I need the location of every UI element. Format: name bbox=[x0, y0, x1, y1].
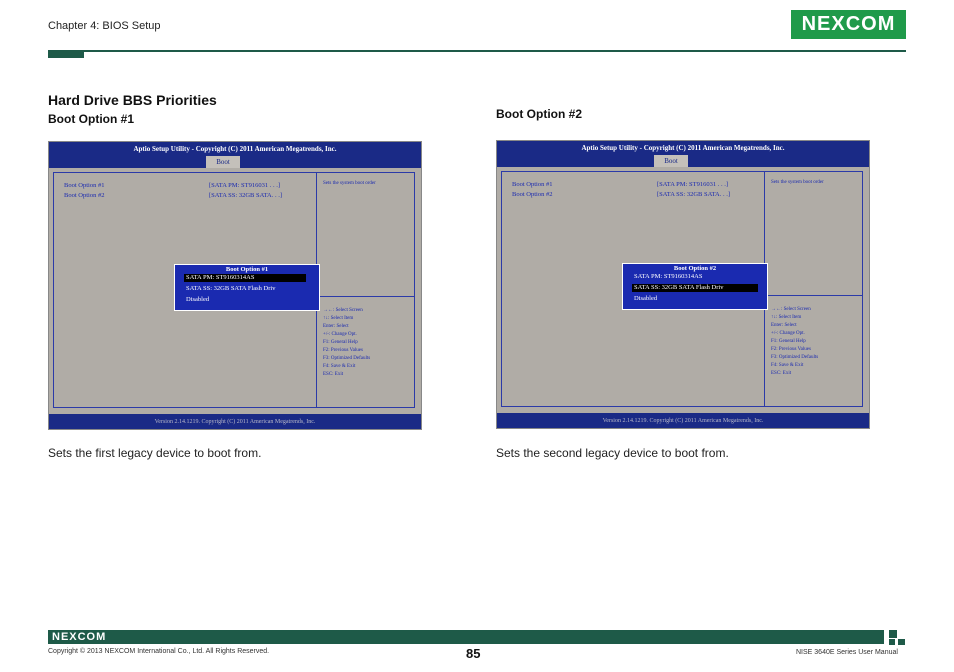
bios-tab-boot[interactable]: Boot bbox=[654, 155, 688, 167]
footer-logo: NEXCOM bbox=[52, 631, 107, 643]
footer-bar bbox=[48, 630, 884, 644]
bios-row-value[interactable]: [SATA PM: ST916031 . . .] bbox=[209, 182, 280, 189]
bios-key-help: →←: Select Screen ↑↓: Select Item Enter:… bbox=[771, 306, 818, 378]
popup-option[interactable]: Disabled bbox=[184, 296, 211, 304]
bios-screenshot-1: Aptio Setup Utility - Copyright (C) 2011… bbox=[48, 141, 422, 430]
panel-1-subtitle: Boot Option #1 bbox=[48, 112, 134, 126]
bios-row-label[interactable]: Boot Option #2 bbox=[512, 191, 552, 198]
boot-option-popup: Boot Option #2 SATA PM: ST9160314AS SATA… bbox=[622, 263, 768, 310]
popup-option[interactable]: SATA SS: 32GB SATA Flash Driv bbox=[184, 285, 277, 293]
key-hint: F3: Optimized Defaults bbox=[771, 355, 819, 360]
bios-row-value[interactable]: [SATA SS: 32GB SATA. . .] bbox=[657, 191, 730, 198]
key-hint: Enter: Select bbox=[323, 324, 349, 329]
header-rule bbox=[48, 50, 906, 52]
popup-option[interactable]: SATA PM: ST9160314AS bbox=[184, 274, 306, 282]
bios-key-help: →←: Select Screen ↑↓: Select Item Enter:… bbox=[323, 307, 370, 379]
panel-1-caption: Sets the first legacy device to boot fro… bbox=[48, 446, 262, 460]
key-hint: Enter: Select bbox=[771, 323, 797, 328]
bios-footer: Version 2.14.1219. Copyright (C) 2011 Am… bbox=[497, 413, 869, 428]
key-hint: ↑↓: Select Item bbox=[771, 315, 802, 320]
key-hint: →←: Select Screen bbox=[323, 308, 363, 313]
page-number: 85 bbox=[466, 646, 481, 661]
bios-titlebar: Aptio Setup Utility - Copyright (C) 2011… bbox=[497, 141, 869, 155]
popup-option[interactable]: Disabled bbox=[632, 295, 659, 303]
bios-divider bbox=[316, 296, 415, 297]
bios-row-label[interactable]: Boot Option #2 bbox=[64, 192, 104, 199]
bios-row-label[interactable]: Boot Option #1 bbox=[512, 181, 552, 188]
boot-option-popup: Boot Option #1 SATA PM: ST9160314AS SATA… bbox=[174, 264, 320, 311]
key-hint: ↑↓: Select Item bbox=[323, 316, 354, 321]
bios-footer: Version 2.14.1219. Copyright (C) 2011 Am… bbox=[49, 414, 421, 429]
bios-tab-boot[interactable]: Boot bbox=[206, 156, 240, 168]
panel-2-subtitle: Boot Option #2 bbox=[496, 107, 582, 121]
panel-2-caption: Sets the second legacy device to boot fr… bbox=[496, 446, 729, 460]
popup-title: Boot Option #2 bbox=[673, 265, 717, 272]
key-hint: F4: Save & Exit bbox=[771, 363, 804, 368]
header-rule-tab bbox=[48, 50, 84, 58]
bios-divider bbox=[764, 295, 863, 296]
key-hint: F1: General Help bbox=[323, 340, 358, 345]
footer-square bbox=[889, 639, 895, 645]
bios-titlebar: Aptio Setup Utility - Copyright (C) 2011… bbox=[49, 142, 421, 156]
bios-screenshot-2: Aptio Setup Utility - Copyright (C) 2011… bbox=[496, 140, 870, 429]
key-hint: ESC: Exit bbox=[771, 371, 792, 376]
bios-help-text: Sets the system boot order bbox=[323, 181, 376, 186]
key-hint: F1: General Help bbox=[771, 339, 806, 344]
footer-square bbox=[889, 630, 897, 638]
manual-title: NISE 3640E Series User Manual bbox=[796, 649, 898, 656]
copyright-text: Copyright © 2013 NEXCOM International Co… bbox=[48, 648, 270, 655]
nexcom-logo: NEXCOM bbox=[791, 10, 906, 39]
key-hint: +/-: Change Opt. bbox=[323, 332, 357, 337]
popup-option[interactable]: SATA SS: 32GB SATA Flash Driv bbox=[632, 284, 758, 292]
key-hint: F2: Previous Values bbox=[323, 348, 363, 353]
key-hint: F2: Previous Values bbox=[771, 347, 811, 352]
popup-option[interactable]: SATA PM: ST9160314AS bbox=[632, 273, 704, 281]
bios-help-text: Sets the system boot order bbox=[771, 180, 824, 185]
popup-title: Boot Option #1 bbox=[225, 266, 269, 273]
key-hint: →←: Select Screen bbox=[771, 307, 811, 312]
section-title: Hard Drive BBS Priorities bbox=[48, 92, 217, 108]
chapter-label: Chapter 4: BIOS Setup bbox=[48, 20, 161, 32]
bios-row-value[interactable]: [SATA SS: 32GB SATA. . .] bbox=[209, 192, 282, 199]
key-hint: ESC: Exit bbox=[323, 372, 344, 377]
footer-square bbox=[898, 639, 905, 645]
bios-row-value[interactable]: [SATA PM: ST916031 . . .] bbox=[657, 181, 728, 188]
key-hint: F3: Optimized Defaults bbox=[323, 356, 371, 361]
key-hint: F4: Save & Exit bbox=[323, 364, 356, 369]
key-hint: +/-: Change Opt. bbox=[771, 331, 805, 336]
bios-row-label[interactable]: Boot Option #1 bbox=[64, 182, 104, 189]
